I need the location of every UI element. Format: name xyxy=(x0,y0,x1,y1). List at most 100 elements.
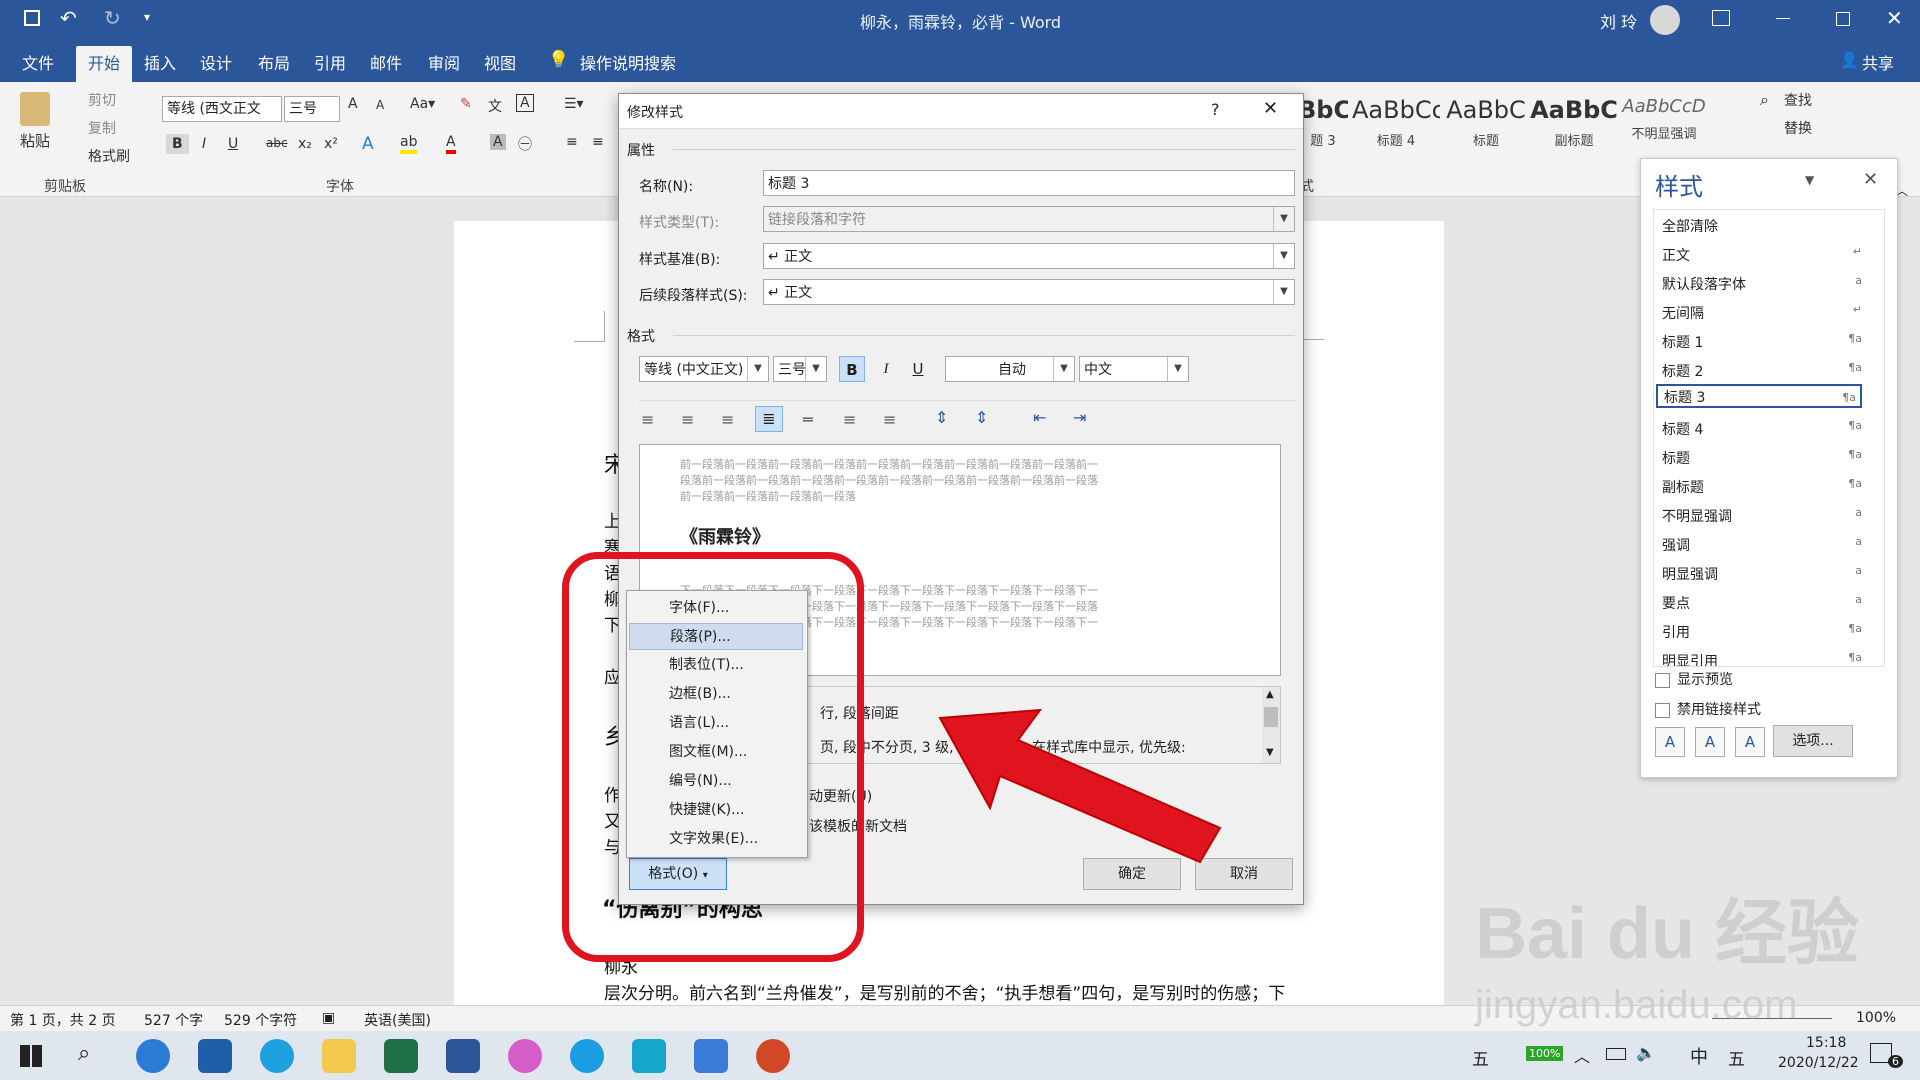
color-app-icon[interactable] xyxy=(508,1039,542,1073)
pane-options-icon[interactable]: ▼ xyxy=(1805,173,1814,187)
language-select[interactable]: 中文 ▼ xyxy=(1079,356,1189,382)
font-color-select[interactable]: 自动 ▼ xyxy=(945,356,1075,382)
tab-insert[interactable]: 插入 xyxy=(144,50,176,74)
photos-icon[interactable] xyxy=(694,1039,728,1073)
language-status[interactable]: 英语(美国) xyxy=(364,1010,431,1030)
ime-indicator-2[interactable]: 五 xyxy=(1728,1045,1745,1070)
redo-icon[interactable]: ↻ xyxy=(104,6,121,30)
clock-date[interactable]: 2020/12/22 xyxy=(1778,1055,1859,1071)
style-item[interactable]: 正文 ↵ xyxy=(1662,245,1862,265)
chevron-up-icon[interactable]: ▲ xyxy=(1266,689,1274,700)
search-icon[interactable]: ⌕ xyxy=(78,1041,90,1066)
space-before-icon[interactable]: ⇕ xyxy=(935,408,948,427)
pinyin-icon[interactable]: 文 xyxy=(488,96,502,116)
bold-button[interactable]: B xyxy=(839,356,865,382)
windows-start-icon[interactable] xyxy=(20,1045,42,1067)
manage-styles-icon[interactable]: A xyxy=(1735,727,1765,757)
grow-font-icon[interactable]: A xyxy=(348,96,358,112)
close-icon[interactable]: ✕ xyxy=(1263,98,1278,119)
increase-indent-icon[interactable]: ⇥ xyxy=(1073,408,1086,427)
subscript-button[interactable]: x₂ xyxy=(298,136,312,152)
ime-indicator[interactable]: 五 xyxy=(1472,1045,1489,1070)
style-gallery-item-subtle-emphasis[interactable]: AaBbCcD 不明显强调 xyxy=(1620,90,1708,158)
tab-home[interactable]: 开始 xyxy=(76,46,133,82)
align-left-icon[interactable]: ≡ xyxy=(641,410,654,429)
proofing-icon[interactable]: ▣ xyxy=(322,1010,335,1026)
style-inspector-icon[interactable]: A xyxy=(1695,727,1725,757)
input-lang[interactable]: 中 xyxy=(1690,1043,1708,1069)
char-border-icon[interactable]: A xyxy=(516,94,534,112)
next-style-select[interactable]: ↵ 正文 ▼ xyxy=(763,279,1295,305)
style-item[interactable]: 引用 ¶a xyxy=(1662,622,1862,642)
tab-view[interactable]: 视图 xyxy=(484,50,516,74)
style-item[interactable]: 要点 a xyxy=(1662,593,1862,613)
decrease-indent-icon[interactable]: ⇤ xyxy=(1033,408,1046,427)
page-count[interactable]: 第 1 页，共 2 页 xyxy=(10,1010,116,1030)
app-icon-cyan[interactable] xyxy=(632,1039,666,1073)
name-input[interactable]: 标题 3 xyxy=(763,170,1295,196)
word-count[interactable]: 527 个字 xyxy=(144,1010,203,1030)
word-icon[interactable] xyxy=(446,1039,480,1073)
tab-references[interactable]: 引用 xyxy=(314,50,346,74)
style-item[interactable]: 明显引用 ¶a xyxy=(1662,651,1862,666)
align-right-icon[interactable]: ≡ xyxy=(721,410,734,429)
powerpoint-icon[interactable] xyxy=(756,1039,790,1073)
align-center-icon[interactable]: ≡ xyxy=(592,134,604,150)
superscript-button[interactable]: x² xyxy=(324,136,338,152)
tab-mailings[interactable]: 邮件 xyxy=(370,50,402,74)
close-icon[interactable]: ✕ xyxy=(1863,169,1878,190)
show-preview-checkbox[interactable] xyxy=(1655,673,1670,688)
change-case-icon[interactable]: Aa▾ xyxy=(410,96,435,112)
battery-badge[interactable]: 100% xyxy=(1526,1046,1564,1061)
bold-button[interactable]: B xyxy=(166,134,189,154)
user-name[interactable]: 刘 玲 xyxy=(1600,9,1637,33)
tab-review[interactable]: 审阅 xyxy=(428,50,460,74)
text-effects-icon[interactable]: A xyxy=(362,134,374,154)
app-icon-blue-l[interactable] xyxy=(136,1039,170,1073)
tab-layout[interactable]: 布局 xyxy=(258,50,290,74)
style-gallery-item-heading4[interactable]: AaBbCc 标题 4 xyxy=(1352,90,1440,158)
highlight-icon[interactable]: ab xyxy=(400,134,418,154)
disable-linked-checkbox[interactable] xyxy=(1655,703,1670,718)
style-item[interactable]: 不明显强调 a xyxy=(1662,506,1862,526)
style-item[interactable]: 全部清除 xyxy=(1662,216,1862,236)
replace-button[interactable]: 替换 xyxy=(1784,118,1812,138)
browser-e-icon[interactable] xyxy=(260,1039,294,1073)
char-shading-icon[interactable]: A xyxy=(490,134,506,150)
help-icon[interactable]: ? xyxy=(1211,100,1220,119)
line-spacing-double-icon[interactable]: ≡ xyxy=(883,410,896,429)
chevron-up-icon[interactable]: ︿ xyxy=(1574,1043,1590,1067)
style-gallery-item-title[interactable]: AaBbC 标题 xyxy=(1442,90,1530,158)
font-name-select[interactable]: 等线 (中文正文) ▼ xyxy=(639,356,769,382)
align-center-icon[interactable]: ≡ xyxy=(681,410,694,429)
edge-icon[interactable] xyxy=(570,1039,604,1073)
bullets-icon[interactable]: ☰▾ xyxy=(564,96,584,112)
space-after-icon[interactable]: ⇕ xyxy=(975,408,988,427)
style-item[interactable]: 标题 1 ¶a xyxy=(1662,332,1862,352)
qat-more-icon[interactable]: ▾ xyxy=(144,10,150,24)
avatar[interactable] xyxy=(1650,5,1680,35)
strikethrough-button[interactable]: abc xyxy=(266,136,288,150)
mail-icon[interactable] xyxy=(198,1039,232,1073)
style-item[interactable]: 明显强调 a xyxy=(1662,564,1862,584)
style-gallery-item-subtitle[interactable]: AaBbC 副标题 xyxy=(1530,90,1618,158)
font-name-box[interactable]: 等线 (西文正文 xyxy=(162,96,282,122)
italic-button[interactable]: I xyxy=(873,356,899,382)
justify-icon[interactable]: ≣ xyxy=(755,406,783,432)
ribbon-display-icon[interactable] xyxy=(1712,10,1730,26)
enclose-char-icon[interactable]: ㊀ xyxy=(518,134,532,154)
scroll-thumb[interactable] xyxy=(1264,707,1278,727)
font-color-icon[interactable]: A xyxy=(446,134,456,154)
style-item[interactable]: 标题 2 ¶a xyxy=(1662,361,1862,381)
style-item[interactable]: 标题 ¶a xyxy=(1662,448,1862,468)
close-icon[interactable]: ✕ xyxy=(1886,6,1903,30)
battery-icon[interactable] xyxy=(1606,1048,1626,1060)
excel-icon[interactable] xyxy=(384,1039,418,1073)
cut-button[interactable]: 剪切 xyxy=(88,90,116,110)
underline-button[interactable]: U xyxy=(905,356,931,382)
style-item-selected[interactable]: 标题 3 ¶a xyxy=(1656,384,1862,408)
based-on-select[interactable]: ↵ 正文 ▼ xyxy=(763,243,1295,269)
share-button[interactable]: 共享 xyxy=(1862,50,1894,74)
file-explorer-icon[interactable] xyxy=(322,1039,356,1073)
save-icon[interactable] xyxy=(24,10,40,26)
